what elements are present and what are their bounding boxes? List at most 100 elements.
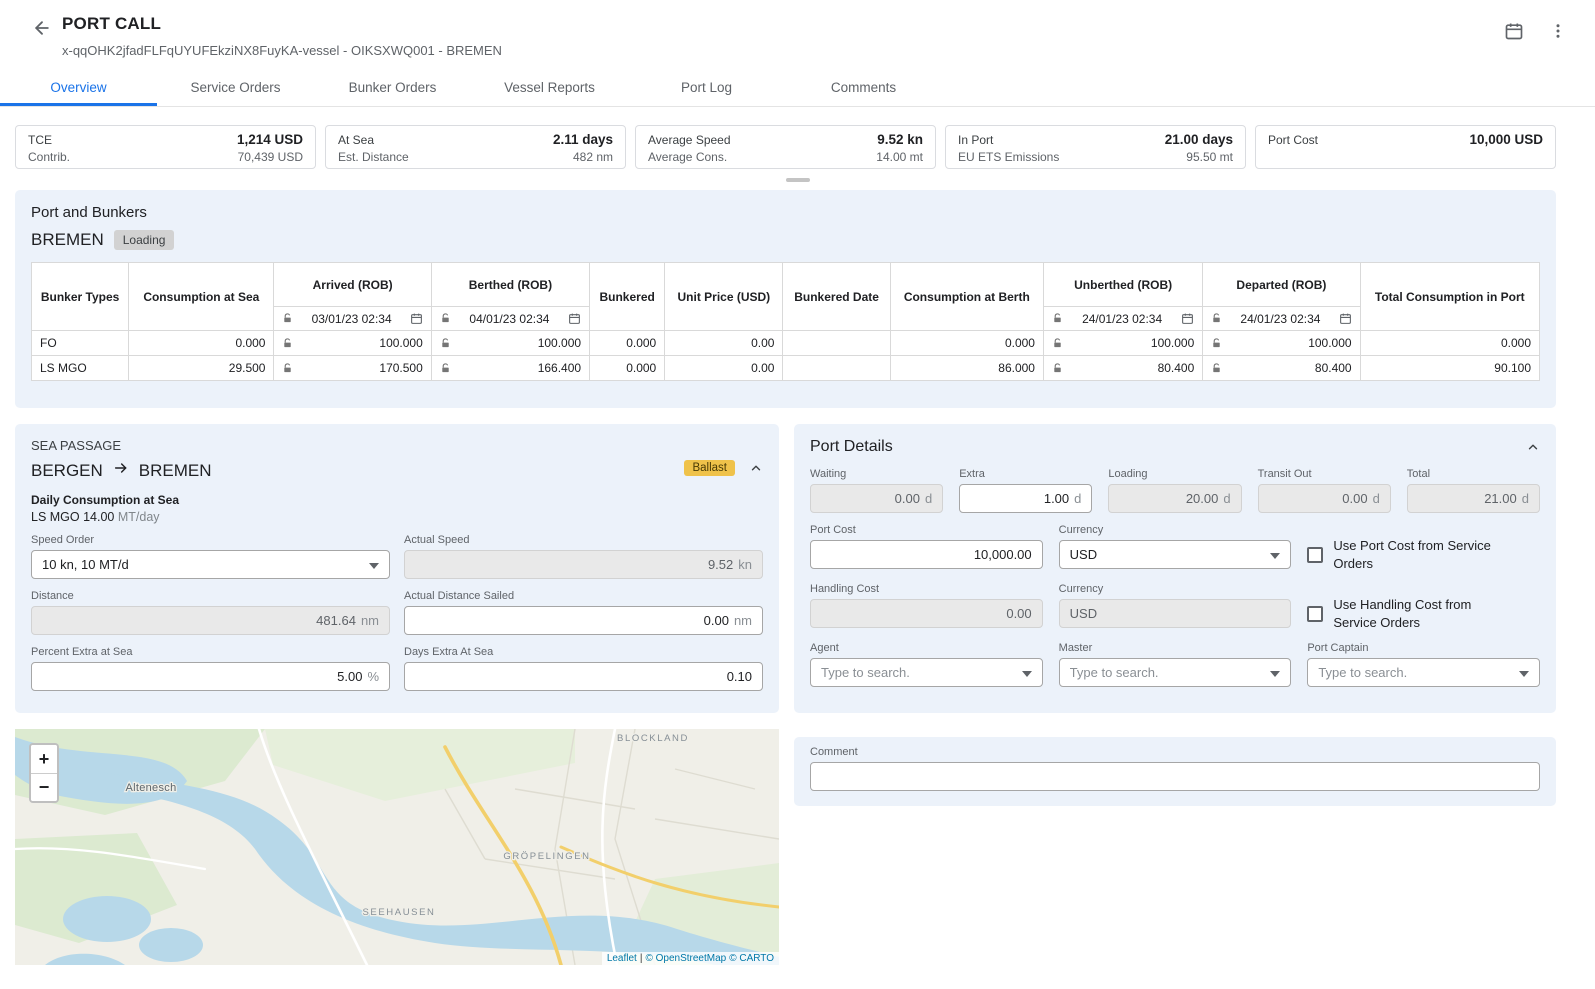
lock-icon[interactable] bbox=[1052, 363, 1063, 374]
openstreetmap-link[interactable]: © OpenStreetMap bbox=[645, 953, 726, 964]
col-header-berthed-rob: Berthed (ROB) bbox=[431, 263, 589, 307]
kpi-label: In Port bbox=[958, 132, 993, 149]
calendar-icon[interactable] bbox=[1339, 312, 1352, 325]
bunkered-date-cell[interactable] bbox=[783, 331, 890, 356]
tab-bar: Overview Service Orders Bunker Orders Ve… bbox=[0, 70, 1595, 107]
kebab-menu-icon[interactable] bbox=[1545, 18, 1571, 44]
lock-icon[interactable] bbox=[282, 338, 293, 349]
map-label-groepelingen: GRÖPELINGEN bbox=[503, 851, 590, 862]
kpi-card-tce: TCE1,214 USD Contrib.70,439 USD bbox=[15, 125, 316, 169]
arrived-date[interactable]: 03/01/23 02:34 bbox=[297, 312, 405, 326]
port-captain-search-input[interactable] bbox=[1318, 665, 1519, 680]
route-arrow-icon bbox=[113, 460, 129, 481]
lock-icon[interactable] bbox=[1052, 338, 1063, 349]
col-header-arrived-rob: Arrived (ROB) bbox=[274, 263, 431, 307]
table-row-fo: FO 0.000 100.000 100.000 0.000 0.00 0.00… bbox=[32, 331, 1540, 356]
arrived-rob-cell[interactable]: 170.500 bbox=[274, 356, 431, 381]
unit-price-cell[interactable]: 0.00 bbox=[665, 331, 783, 356]
currency-label: Currency bbox=[1059, 524, 1292, 536]
back-arrow-icon[interactable] bbox=[30, 16, 54, 40]
master-search-field[interactable] bbox=[1059, 658, 1292, 687]
use-port-cost-checkbox-row: Use Port Cost from Service Orders bbox=[1307, 524, 1540, 572]
consumption-at-berth-cell[interactable]: 0.000 bbox=[890, 331, 1043, 356]
ballast-badge: Ballast bbox=[684, 460, 735, 476]
waiting-field: 0.00d bbox=[810, 484, 943, 513]
handling-cost-field: 0.00 bbox=[810, 599, 1043, 628]
zoom-in-button[interactable]: + bbox=[31, 745, 57, 773]
unberthed-date[interactable]: 24/01/23 02:34 bbox=[1067, 312, 1177, 326]
lock-icon[interactable] bbox=[440, 313, 451, 324]
total-consumption-cell: 0.000 bbox=[1360, 331, 1539, 356]
leaflet-link[interactable]: Leaflet bbox=[607, 953, 637, 964]
port-cost-field[interactable]: 10,000.00 bbox=[810, 540, 1043, 569]
kpi-subvalue: 70,439 USD bbox=[238, 149, 303, 166]
page-title: PORT CALL bbox=[62, 14, 161, 34]
berthed-rob-cell[interactable]: 166.400 bbox=[431, 356, 589, 381]
use-handling-cost-checkbox[interactable] bbox=[1307, 606, 1323, 622]
chevron-up-icon[interactable] bbox=[1526, 440, 1540, 454]
port-details-title: Port Details bbox=[810, 438, 893, 456]
chevron-up-icon[interactable] bbox=[749, 461, 763, 475]
lock-icon[interactable] bbox=[1052, 313, 1063, 324]
tab-port-log[interactable]: Port Log bbox=[628, 70, 785, 106]
carto-link[interactable]: © CARTO bbox=[729, 953, 774, 964]
distance-field: 481.64 nm bbox=[31, 606, 390, 635]
zoom-out-button[interactable]: − bbox=[31, 773, 57, 801]
departed-date[interactable]: 24/01/23 02:34 bbox=[1226, 312, 1334, 326]
col-header-bunker-types: Bunker Types bbox=[32, 263, 129, 331]
bunkered-cell[interactable]: 0.000 bbox=[590, 356, 665, 381]
calendar-icon[interactable] bbox=[1501, 18, 1527, 44]
extra-field[interactable]: 1.00d bbox=[959, 484, 1092, 513]
tab-vessel-reports[interactable]: Vessel Reports bbox=[471, 70, 628, 106]
unberthed-rob-cell[interactable]: 100.000 bbox=[1043, 331, 1202, 356]
consumption-at-sea-cell[interactable]: 0.000 bbox=[129, 331, 274, 356]
agent-search-input[interactable] bbox=[821, 665, 1022, 680]
consumption-at-sea-cell[interactable]: 29.500 bbox=[129, 356, 274, 381]
departed-rob-cell[interactable]: 80.400 bbox=[1203, 356, 1360, 381]
tab-bunker-orders[interactable]: Bunker Orders bbox=[314, 70, 471, 106]
kpi-collapse-handle[interactable] bbox=[786, 178, 810, 182]
percent-extra-at-sea-field[interactable]: 5.00 % bbox=[31, 662, 390, 691]
calendar-icon[interactable] bbox=[410, 312, 423, 325]
unberthed-rob-cell[interactable]: 80.400 bbox=[1043, 356, 1202, 381]
berthed-date[interactable]: 04/01/23 02:34 bbox=[455, 312, 564, 326]
unit-price-cell[interactable]: 0.00 bbox=[665, 356, 783, 381]
departed-rob-cell[interactable]: 100.000 bbox=[1203, 331, 1360, 356]
lock-icon[interactable] bbox=[282, 363, 293, 374]
use-handling-cost-label: Use Handling Cost from Service Orders bbox=[1333, 596, 1511, 631]
actual-distance-sailed-field[interactable]: 0.00 nm bbox=[404, 606, 763, 635]
berthed-rob-cell[interactable]: 100.000 bbox=[431, 331, 589, 356]
days-extra-at-sea-field[interactable]: 0.10 bbox=[404, 662, 763, 691]
speed-order-select[interactable]: 10 kn, 10 MT/d bbox=[31, 550, 390, 579]
chevron-down-icon bbox=[1519, 665, 1529, 680]
port-cost-currency-select[interactable]: USD bbox=[1059, 540, 1292, 569]
lock-icon[interactable] bbox=[1211, 363, 1222, 374]
arrived-date-cell[interactable]: 03/01/23 02:34 bbox=[274, 307, 431, 331]
tab-comments[interactable]: Comments bbox=[785, 70, 942, 106]
col-header-unberthed-rob: Unberthed (ROB) bbox=[1043, 263, 1202, 307]
bunkered-date-cell[interactable] bbox=[783, 356, 890, 381]
col-header-bunkered: Bunkered bbox=[590, 263, 665, 331]
calendar-icon[interactable] bbox=[1181, 312, 1194, 325]
lock-icon[interactable] bbox=[282, 313, 293, 324]
comment-field[interactable] bbox=[810, 762, 1540, 791]
master-search-input[interactable] bbox=[1070, 665, 1271, 680]
comment-input[interactable] bbox=[821, 769, 1529, 784]
route-map[interactable]: BLOCKLAND Altenesch GRÖPELINGEN SEEHAUSE… bbox=[15, 729, 779, 965]
agent-search-field[interactable] bbox=[810, 658, 1043, 687]
lock-icon[interactable] bbox=[440, 363, 451, 374]
departed-date-cell[interactable]: 24/01/23 02:34 bbox=[1203, 307, 1360, 331]
arrived-rob-cell[interactable]: 100.000 bbox=[274, 331, 431, 356]
lock-icon[interactable] bbox=[440, 338, 451, 349]
tab-overview[interactable]: Overview bbox=[0, 70, 157, 106]
bunkered-cell[interactable]: 0.000 bbox=[590, 331, 665, 356]
lock-icon[interactable] bbox=[1211, 313, 1222, 324]
calendar-icon[interactable] bbox=[568, 312, 581, 325]
unberthed-date-cell[interactable]: 24/01/23 02:34 bbox=[1043, 307, 1202, 331]
berthed-date-cell[interactable]: 04/01/23 02:34 bbox=[431, 307, 589, 331]
lock-icon[interactable] bbox=[1211, 338, 1222, 349]
consumption-at-berth-cell[interactable]: 86.000 bbox=[890, 356, 1043, 381]
use-port-cost-checkbox[interactable] bbox=[1307, 547, 1323, 563]
tab-service-orders[interactable]: Service Orders bbox=[157, 70, 314, 106]
port-captain-search-field[interactable] bbox=[1307, 658, 1540, 687]
